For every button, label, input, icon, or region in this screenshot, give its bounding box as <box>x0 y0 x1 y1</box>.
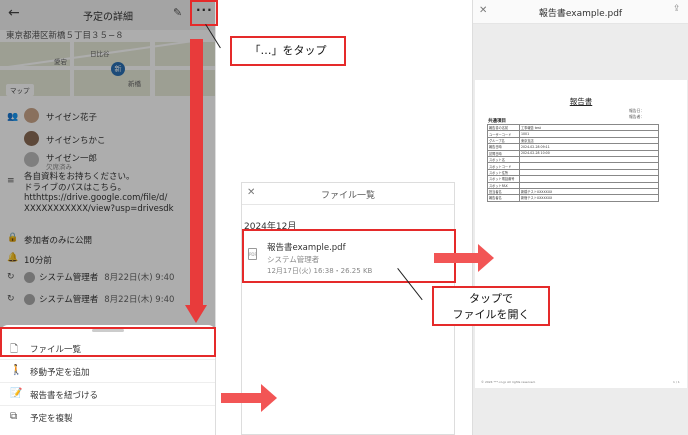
walking-icon: 🚶 <box>10 365 23 376</box>
highlight-file-list-item <box>0 327 216 357</box>
doc-title: 報告書 <box>569 97 593 106</box>
pdf-viewer-screen: ✕ 報告書example.pdf ⇪ 報告書 報告日： 報告者： 共通項目 報告… <box>472 0 688 435</box>
callout-tap-more: 「…」をタップ <box>230 36 346 66</box>
share-icon[interactable]: ⇪ <box>673 4 681 14</box>
callout-line: タップで <box>469 292 513 305</box>
doc-table-key: 報告者名 <box>487 194 520 202</box>
doc-table-row: 報告者名 新宿テストXXXXXXX <box>487 194 659 202</box>
file-list-title: ファイル一覧 <box>320 191 375 201</box>
menu-item-label: 報告書を紐づける <box>30 391 99 401</box>
highlight-more-button <box>190 0 218 26</box>
highlight-file-row <box>242 229 456 283</box>
pdf-page[interactable]: 報告書 報告日： 報告者： 共通項目 報告書の名前 工事報告 test ユーザーコー… <box>475 80 687 388</box>
copy-icon: ⧉ <box>10 411 18 422</box>
callout-tap-open: タップで ファイルを開く <box>432 286 550 326</box>
menu-item-link-report[interactable]: 📝 報告書を紐づける <box>0 383 215 406</box>
down-arrow-head <box>185 305 207 323</box>
menu-item-duplicate[interactable]: ⧉ 予定を複製 <box>0 406 215 429</box>
doc-footer: © 2024 ***.co.jp All rights reserved. <box>481 380 536 384</box>
callout-line: ファイルを開く <box>452 308 530 321</box>
menu-item-label: 予定を複製 <box>30 414 73 424</box>
event-detail-screen: ← 予定の詳細 ✎ ··· 東京都港区新橋５丁目３５−８ 愛宕 日比谷 新橋 新… <box>0 0 216 435</box>
down-arrow-shaft <box>190 39 203 307</box>
pdf-viewer-header: ✕ 報告書example.pdf ⇪ <box>473 0 688 24</box>
reporter-label: 報告者： <box>629 114 645 119</box>
doc-table-value: 新宿テストXXXXXXX <box>519 194 659 202</box>
menu-item-label: 移動予定を追加 <box>30 368 90 378</box>
doc-table: 報告書の名前 工事報告 test ユーザーコード 1001 グループ名 東京支店 報告日時 2… <box>487 123 659 202</box>
page-indicator: 1 / 1 <box>673 380 680 384</box>
modal-overlay[interactable] <box>0 0 215 330</box>
report-icon: 📝 <box>10 388 23 399</box>
pdf-title: 報告書example.pdf <box>538 9 623 19</box>
menu-item-add-travel[interactable]: 🚶 移動予定を追加 <box>0 360 215 383</box>
file-list-header: ✕ ファイル一覧 <box>242 183 454 205</box>
